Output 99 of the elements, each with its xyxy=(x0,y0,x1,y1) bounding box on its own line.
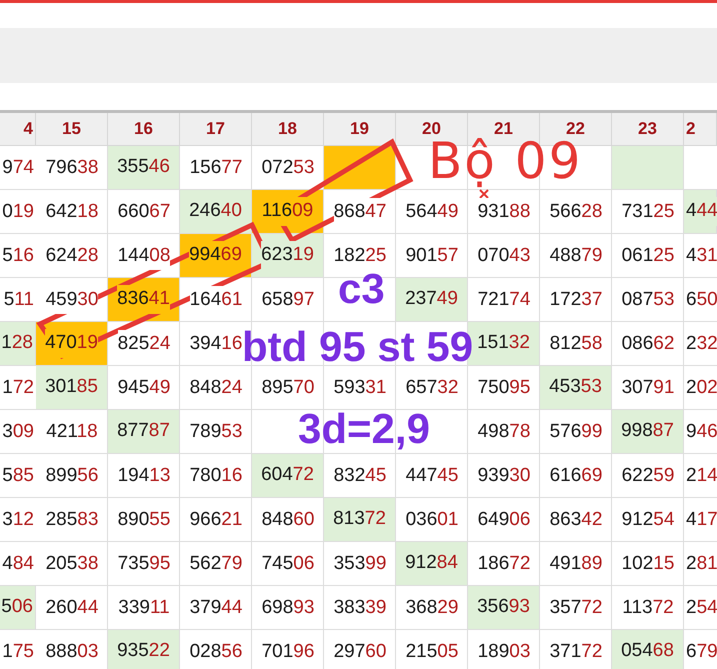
table-cell: 24640 xyxy=(180,190,252,234)
table-cell: 87787 xyxy=(108,410,180,454)
table-cell: 05468 xyxy=(612,630,684,669)
table-cell: 72174 xyxy=(468,278,540,322)
table-cell: 35693 xyxy=(468,586,540,630)
table-cell: 84824 xyxy=(180,366,252,410)
table-cell: 45930 xyxy=(36,278,108,322)
marker-note: 3d=2,9 xyxy=(298,408,430,450)
table-cell: 66067 xyxy=(108,190,180,234)
table-cell: 91284 xyxy=(396,542,468,586)
table-cell: 89570 xyxy=(252,366,324,410)
table-cell: 57699 xyxy=(540,410,612,454)
table-cell: 06125 xyxy=(612,234,684,278)
table-cell: 78016 xyxy=(180,454,252,498)
table-cell: 64906 xyxy=(468,498,540,542)
table-cell: 79638 xyxy=(36,146,108,190)
table-cell: 128 xyxy=(0,322,36,366)
table-cell: 60472 xyxy=(252,454,324,498)
table-cell: 47019 xyxy=(36,322,108,366)
table-cell: 74506 xyxy=(252,542,324,586)
table-cell: 506 xyxy=(0,586,36,630)
column-header: 23 xyxy=(612,113,684,146)
table-cell: 45353 xyxy=(540,366,612,410)
table-cell: 35772 xyxy=(540,586,612,630)
table-cell: 48879 xyxy=(540,234,612,278)
table-cell: 33911 xyxy=(108,586,180,630)
table-cell: 56628 xyxy=(540,190,612,234)
column-header: 19 xyxy=(324,113,396,146)
table-cell: 56279 xyxy=(180,542,252,586)
table-cell: 81372 xyxy=(324,498,396,542)
table-cell: 444 xyxy=(684,190,717,234)
table-cell: 11609 xyxy=(252,190,324,234)
column-header: 2 xyxy=(684,113,717,146)
table-cell: 90157 xyxy=(396,234,468,278)
table-cell: 37944 xyxy=(180,586,252,630)
table-cell: 20538 xyxy=(36,542,108,586)
table-cell: 03601 xyxy=(396,498,468,542)
table-cell: 36829 xyxy=(396,586,468,630)
table-cell: 15677 xyxy=(180,146,252,190)
table-cell: 62319 xyxy=(252,234,324,278)
table-cell: 49878 xyxy=(468,410,540,454)
table-cell: 93522 xyxy=(108,630,180,669)
table-cell: 73595 xyxy=(108,542,180,586)
table-cell: 65897 xyxy=(252,278,324,322)
table-cell: 07043 xyxy=(468,234,540,278)
table-cell: 61669 xyxy=(540,454,612,498)
table-cell: 93930 xyxy=(468,454,540,498)
table-cell: 08753 xyxy=(612,278,684,322)
table-cell: 82524 xyxy=(108,322,180,366)
column-header: 15 xyxy=(36,113,108,146)
table-cell: 17237 xyxy=(540,278,612,322)
table-cell: 16461 xyxy=(180,278,252,322)
table-cell: 35399 xyxy=(324,542,396,586)
table-cell: 18672 xyxy=(468,542,540,586)
table-cell: 07253 xyxy=(252,146,324,190)
table-cell: 96621 xyxy=(180,498,252,542)
table-cell: 10215 xyxy=(612,542,684,586)
table-cell: 30185 xyxy=(36,366,108,410)
table-cell: 75095 xyxy=(468,366,540,410)
table-cell: 89956 xyxy=(36,454,108,498)
table-cell: 19413 xyxy=(108,454,180,498)
table-cell: 83245 xyxy=(324,454,396,498)
table-cell: 81258 xyxy=(540,322,612,366)
table-cell: 89055 xyxy=(108,498,180,542)
table-cell: 99469 xyxy=(180,234,252,278)
table-cell: 56449 xyxy=(396,190,468,234)
table-cell: 23749 xyxy=(396,278,468,322)
table-cell: 35546 xyxy=(108,146,180,190)
table-cell: 65732 xyxy=(396,366,468,410)
table-cell: 62259 xyxy=(612,454,684,498)
table-cell: 73125 xyxy=(612,190,684,234)
table-cell: 11372 xyxy=(612,586,684,630)
table-cell: 78953 xyxy=(180,410,252,454)
table-cell: 83641 xyxy=(108,278,180,322)
table-cell: 91254 xyxy=(612,498,684,542)
table-cell: 94549 xyxy=(108,366,180,410)
table-cell: 59331 xyxy=(324,366,396,410)
table-cell: 84860 xyxy=(252,498,324,542)
table-cell: 64218 xyxy=(36,190,108,234)
table-cell: 86342 xyxy=(540,498,612,542)
column-header: 17 xyxy=(180,113,252,146)
table-cell: 28583 xyxy=(36,498,108,542)
table-cell: 42118 xyxy=(36,410,108,454)
column-header: 4 xyxy=(0,113,36,146)
table-cell: 69893 xyxy=(252,586,324,630)
column-header: 18 xyxy=(252,113,324,146)
table-cell: 14408 xyxy=(108,234,180,278)
table-cell: 93188 xyxy=(468,190,540,234)
table-cell: 99887 xyxy=(612,410,684,454)
table-cell: 49189 xyxy=(540,542,612,586)
column-header: 16 xyxy=(108,113,180,146)
table-cell: 62428 xyxy=(36,234,108,278)
table-cell: 38339 xyxy=(324,586,396,630)
table-cell: 44745 xyxy=(396,454,468,498)
table-cell: 26044 xyxy=(36,586,108,630)
table-cell: 30791 xyxy=(612,366,684,410)
table-cell: 86847 xyxy=(324,190,396,234)
cross-mark xyxy=(479,189,489,199)
table-cell: 08662 xyxy=(612,322,684,366)
